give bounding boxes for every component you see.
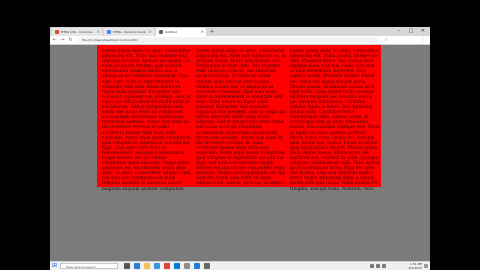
windows-taskbar: ⊞ Type here to search 1:51 PM 8/4/2020: [50, 261, 430, 270]
multi-column-text: Lorem ipsum dolor sit amet, consectetur …: [102, 49, 380, 192]
column-paragraph: Lorem ipsum dolor sit amet, consectetur …: [196, 49, 286, 187]
tab-title: HTML - Column Count: [113, 30, 146, 34]
explorer-icon[interactable]: [144, 263, 150, 269]
task-view-icon[interactable]: [124, 263, 130, 269]
back-icon[interactable]: ←: [51, 36, 58, 45]
system-tray: 1:51 PM 8/4/2020: [368, 262, 428, 270]
taskbar-search-input[interactable]: Type here to search: [60, 263, 118, 269]
minimize-button[interactable]: –: [393, 27, 405, 36]
clock[interactable]: 1:51 PM 8/4/2020: [409, 262, 422, 270]
network-icon[interactable]: [370, 264, 374, 268]
battery-icon[interactable]: [382, 264, 386, 268]
browser-tab-active[interactable]: Untitled ×: [156, 28, 206, 36]
maximize-button[interactable]: □: [405, 27, 417, 36]
store-icon[interactable]: [154, 263, 160, 269]
desktop-screen: HTML CSS - Columns × HTML - Column Count…: [50, 27, 430, 270]
page-viewport: Lorem ipsum dolor sit amet, consectetur …: [50, 45, 430, 261]
tab-favicon-icon: [55, 30, 59, 34]
column-paragraph: Lorem ipsum dolor sit amet, consectetur …: [102, 49, 192, 192]
close-tab-icon[interactable]: ×: [97, 28, 100, 36]
photos-icon[interactable]: [184, 263, 190, 269]
edge-icon[interactable]: [134, 263, 140, 269]
forward-icon[interactable]: →: [59, 36, 66, 45]
tab-favicon-icon: [159, 30, 163, 34]
bookmark-star-icon[interactable]: ☆: [384, 36, 388, 45]
address-bar[interactable]: file:///C:/Users/Desktop/columns.html: [78, 37, 378, 43]
reload-icon[interactable]: ↻: [67, 36, 74, 45]
notification-icon[interactable]: [424, 264, 428, 268]
mail-icon[interactable]: [174, 263, 180, 269]
close-tab-icon[interactable]: ×: [201, 28, 204, 36]
text-column: Lorem ipsum dolor sit amet, consectetur …: [290, 49, 380, 192]
windows-start-icon[interactable]: ⊞: [52, 263, 58, 269]
clock-date: 8/4/2020: [408, 266, 422, 270]
chrome-icon[interactable]: [164, 263, 170, 269]
tab-favicon-icon: [107, 30, 111, 34]
new-tab-button[interactable]: +: [210, 28, 214, 36]
volume-icon[interactable]: [376, 264, 380, 268]
browser-tab[interactable]: HTML - Column Count ×: [104, 28, 154, 36]
tab-title: HTML CSS - Columns: [61, 30, 93, 34]
browser-menu-icon[interactable]: ⋮: [420, 36, 425, 45]
text-column: Lorem ipsum dolor sit amet, consectetur …: [102, 49, 192, 192]
column-paragraph: Lorem ipsum dolor sit amet, consectetur …: [290, 49, 380, 192]
close-window-button[interactable]: ✕: [417, 27, 429, 36]
settings-icon[interactable]: [204, 263, 210, 269]
vscode-icon[interactable]: [194, 263, 200, 269]
tab-title: Untitled: [165, 30, 177, 34]
close-tab-icon[interactable]: ×: [149, 28, 152, 36]
browser-tab[interactable]: HTML CSS - Columns ×: [52, 28, 102, 36]
browser-toolbar: ← → ↻ file:///C:/Users/Desktop/columns.h…: [50, 36, 430, 45]
browser-tab-strip: HTML CSS - Columns × HTML - Column Count…: [50, 27, 430, 36]
text-column: Lorem ipsum dolor sit amet, consectetur …: [196, 49, 286, 192]
